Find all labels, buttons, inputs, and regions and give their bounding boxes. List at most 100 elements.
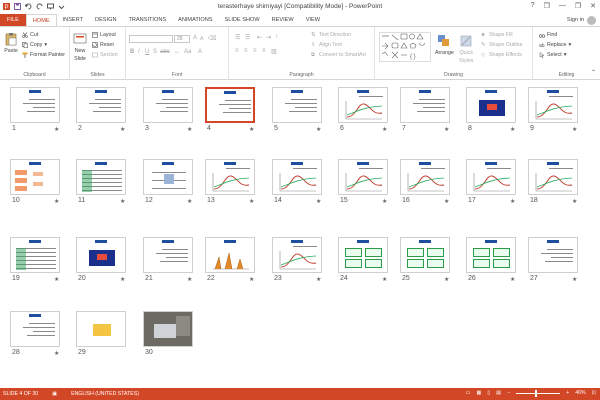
transition-star-icon[interactable]: ★: [316, 198, 321, 205]
align-text-button[interactable]: ⇳ Align Text: [311, 42, 342, 48]
shape-outline-button[interactable]: ✎ Shape Outline: [481, 42, 523, 48]
slide-thumbnail[interactable]: [10, 87, 60, 123]
maximize-icon[interactable]: ❐: [575, 2, 581, 10]
slide-thumbnail[interactable]: [466, 87, 516, 123]
bullets-icon[interactable]: ☰: [235, 34, 240, 41]
slide-thumbnail[interactable]: [272, 237, 322, 273]
close-icon[interactable]: ✕: [590, 2, 596, 10]
find-button[interactable]: Find: [539, 32, 557, 38]
transition-star-icon[interactable]: ★: [54, 276, 59, 283]
transition-star-icon[interactable]: ★: [572, 276, 577, 283]
format-painter-button[interactable]: Format Painter: [22, 52, 65, 58]
align-right-icon[interactable]: ≡: [253, 48, 257, 54]
quick-styles-button[interactable]: Quick Styles: [459, 34, 473, 64]
strikethrough-icon[interactable]: abc: [160, 49, 170, 55]
sign-in-link[interactable]: Sign in: [567, 17, 584, 23]
tab-home[interactable]: HOME: [25, 14, 57, 26]
slide-thumbnail[interactable]: [400, 87, 450, 123]
slide-thumbnail[interactable]: [76, 87, 126, 123]
normal-view-icon[interactable]: ▭: [466, 390, 471, 396]
help-icon[interactable]: ?: [531, 2, 535, 10]
transition-star-icon[interactable]: ★: [444, 276, 449, 283]
slide-thumbnail[interactable]: [205, 87, 255, 123]
font-name-combobox[interactable]: [129, 35, 173, 43]
slide-thumbnail[interactable]: [76, 311, 126, 347]
tab-transitions[interactable]: TRANSITIONS: [122, 14, 172, 26]
slide-thumbnail[interactable]: [205, 159, 255, 195]
slide-thumbnail[interactable]: [338, 237, 388, 273]
tab-slide-show[interactable]: SLIDE SHOW: [219, 14, 266, 26]
transition-star-icon[interactable]: ★: [54, 126, 59, 133]
transition-star-icon[interactable]: ★: [510, 126, 515, 133]
text-direction-button[interactable]: ⇅ Text Direction: [311, 32, 351, 38]
transition-star-icon[interactable]: ★: [120, 126, 125, 133]
cut-button[interactable]: Cut: [22, 32, 38, 38]
tab-view[interactable]: VIEW: [300, 14, 326, 26]
transition-star-icon[interactable]: ★: [54, 198, 59, 205]
transition-star-icon[interactable]: ★: [187, 126, 192, 133]
slide-thumbnail[interactable]: [338, 87, 388, 123]
transition-star-icon[interactable]: ★: [249, 276, 254, 283]
decrease-indent-icon[interactable]: ⇤: [257, 34, 262, 41]
ribbon-display-options-icon[interactable]: ❐: [544, 2, 550, 10]
slide-thumbnail[interactable]: [400, 159, 450, 195]
replace-dropdown-icon[interactable]: ▾: [568, 42, 571, 48]
transition-star-icon[interactable]: ★: [120, 198, 125, 205]
slide-thumbnail[interactable]: [466, 159, 516, 195]
slide-thumbnail[interactable]: [272, 87, 322, 123]
slide-thumbnail[interactable]: [76, 237, 126, 273]
replace-button[interactable]: ab Replace ▾: [539, 42, 571, 48]
transition-star-icon[interactable]: ★: [572, 198, 577, 205]
zoom-level[interactable]: 46%: [575, 390, 585, 396]
shapes-gallery[interactable]: { }: [379, 32, 431, 62]
slide-thumbnail[interactable]: [205, 237, 255, 273]
slide-thumbnail[interactable]: [338, 159, 388, 195]
select-dropdown-icon[interactable]: ▾: [564, 52, 567, 58]
paste-button[interactable]: Paste: [4, 32, 18, 54]
slide-thumbnail[interactable]: [400, 237, 450, 273]
align-left-icon[interactable]: ≡: [235, 48, 239, 54]
minimize-icon[interactable]: —: [559, 2, 566, 10]
justify-icon[interactable]: ≡: [262, 48, 266, 54]
bold-icon[interactable]: B: [130, 49, 134, 55]
shape-effects-button[interactable]: ◇ Shape Effects: [481, 52, 522, 58]
tab-insert[interactable]: INSERT: [57, 14, 89, 26]
transition-star-icon[interactable]: ★: [382, 276, 387, 283]
reset-button[interactable]: Reset: [92, 42, 114, 48]
tab-review[interactable]: REVIEW: [266, 14, 300, 26]
transition-star-icon[interactable]: ★: [444, 126, 449, 133]
font-color-icon[interactable]: A: [198, 49, 202, 55]
slide-thumbnail[interactable]: [528, 237, 578, 273]
slide-thumbnail[interactable]: [272, 159, 322, 195]
zoom-out-icon[interactable]: −: [507, 390, 510, 396]
transition-star-icon[interactable]: ★: [382, 126, 387, 133]
copy-button[interactable]: Copy ▾: [22, 42, 47, 48]
slide-thumbnail[interactable]: [10, 159, 60, 195]
increase-indent-icon[interactable]: ⇥: [266, 34, 271, 41]
zoom-slider-thumb[interactable]: [535, 389, 538, 397]
slideshow-view-icon[interactable]: ▤: [496, 390, 501, 396]
section-button[interactable]: Section: [92, 52, 118, 58]
slide-thumbnail[interactable]: [143, 237, 193, 273]
avatar[interactable]: [587, 16, 596, 25]
transition-star-icon[interactable]: ★: [444, 198, 449, 205]
transition-star-icon[interactable]: ★: [120, 276, 125, 283]
slide-thumbnail[interactable]: [10, 237, 60, 273]
transition-star-icon[interactable]: ★: [249, 198, 254, 205]
columns-icon[interactable]: ▥: [271, 48, 277, 55]
transition-star-icon[interactable]: ★: [187, 198, 192, 205]
shadow-icon[interactable]: S: [153, 49, 157, 55]
transition-star-icon[interactable]: ★: [187, 276, 192, 283]
transition-star-icon[interactable]: ★: [510, 276, 515, 283]
transition-star-icon[interactable]: ★: [316, 126, 321, 133]
line-spacing-icon[interactable]: ↕: [275, 34, 278, 40]
slide-thumbnail[interactable]: [143, 87, 193, 123]
transition-star-icon[interactable]: ★: [54, 350, 59, 357]
numbering-icon[interactable]: ☰: [245, 34, 250, 41]
transition-star-icon[interactable]: ★: [382, 198, 387, 205]
slide-thumbnail[interactable]: [143, 159, 193, 195]
layout-button[interactable]: Layout: [92, 32, 116, 38]
convert-to-smartart-button[interactable]: ⧉ Convert to SmartArt: [311, 52, 366, 58]
grow-font-icon[interactable]: A: [193, 35, 197, 41]
slide-thumbnail[interactable]: [528, 87, 578, 123]
